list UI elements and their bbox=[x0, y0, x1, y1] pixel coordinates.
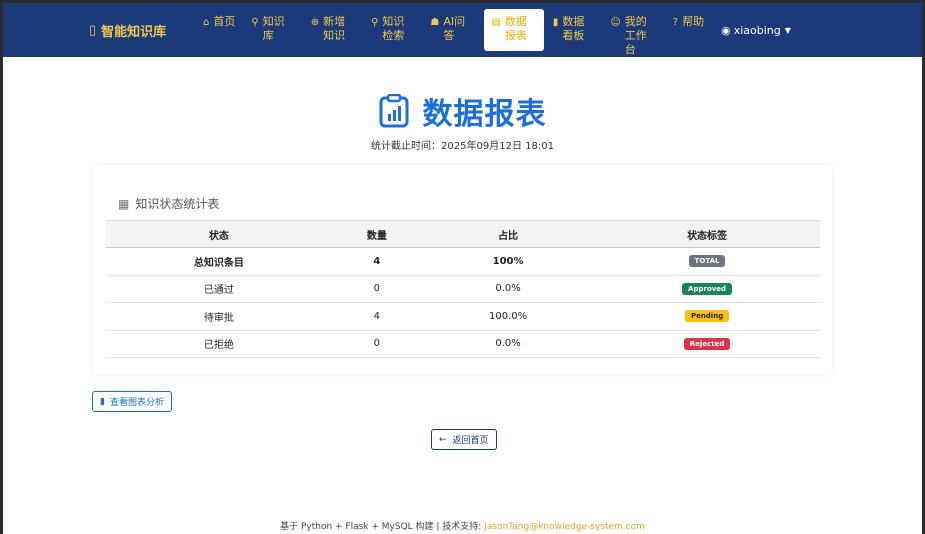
cell-ratio: 0.0% bbox=[421, 330, 595, 358]
stats-card: ▦ 知识状态统计表 状态 数量 占比 状态标签 总知识条目 4 100% TOTAL 已通过 0… bbox=[92, 165, 832, 375]
clipboard-chart-icon bbox=[379, 94, 408, 128]
nav-item-1[interactable]: ⚲ 知识库 bbox=[244, 9, 301, 51]
cell-badge: Rejected bbox=[594, 330, 820, 358]
user-circle-icon: ◉ bbox=[721, 23, 731, 37]
back-home-label: 返回首页 bbox=[452, 436, 489, 446]
top-navbar: ▯ 智能知识库 ⌂ 首页 ⚲ 知识库 ⊕ 新增知识 ⚲ 知识检索 ☗ AI问答 ▤ 数据报表 ▮ 数据看板… bbox=[3, 3, 922, 57]
person-icon: ☺ bbox=[610, 17, 621, 28]
browser-viewport: ▯ 智能知识库 ⌂ 首页 ⚲ 知识库 ⊕ 新增知识 ⚲ 知识检索 ☗ AI问答 ▤ 数据报表 ▮ 数据看板… bbox=[3, 3, 922, 534]
username: xiaobing bbox=[733, 23, 781, 37]
caret-down-icon: ▼ bbox=[784, 25, 791, 35]
cell-status: 已拒绝 bbox=[106, 330, 332, 358]
column-header: 状态标签 bbox=[594, 220, 820, 248]
nav-item-0[interactable]: ⌂ 首页 bbox=[196, 9, 242, 51]
column-header: 数量 bbox=[331, 220, 422, 248]
search-icon: ⚲ bbox=[371, 17, 379, 28]
table-row: 已通过 0 0.0% Approved bbox=[106, 275, 820, 303]
user-menu[interactable]: ◉ xiaobing ▼ bbox=[721, 24, 791, 37]
cell-count: 0 bbox=[331, 275, 422, 303]
page-header: 数据报表 bbox=[3, 89, 922, 133]
nav-item-8[interactable]: ? 帮助 bbox=[666, 9, 711, 51]
status-badge: Pending bbox=[684, 310, 730, 323]
status-badge: Rejected bbox=[683, 337, 731, 350]
cell-ratio: 100.0% bbox=[421, 302, 595, 331]
nav-item-label: 知识检索 bbox=[382, 15, 405, 42]
table-row: 已拒绝 0 0.0% Rejected bbox=[106, 330, 820, 358]
book-icon: ▯ bbox=[89, 22, 97, 38]
cell-badge: TOTAL bbox=[594, 247, 820, 276]
nav-item-5[interactable]: ▤ 数据报表 bbox=[484, 9, 544, 51]
cell-count: 4 bbox=[331, 302, 422, 331]
table-icon: ▦ bbox=[118, 196, 130, 211]
brand-name: 智能知识库 bbox=[101, 24, 167, 40]
footer-text: 基于 Python + Flask + MySQL 构建 | 技术支持: bbox=[280, 522, 485, 532]
arrow-left-icon: ← bbox=[439, 434, 447, 445]
nav-item-7[interactable]: ☺ 我的工作台 bbox=[603, 9, 663, 56]
status-badge: Approved bbox=[682, 282, 733, 295]
main-content: 数据报表 统计截止时间：2025年09月12日 18:01 ▦ 知识状态统计表 … bbox=[3, 57, 922, 534]
nav-item-label: 知识库 bbox=[262, 15, 285, 42]
cell-status: 已通过 bbox=[106, 275, 332, 303]
status-table: 状态 数量 占比 状态标签 总知识条目 4 100% TOTAL 已通过 0 0.0% Approv… bbox=[106, 220, 820, 358]
nav-item-2[interactable]: ⊕ 新增知识 bbox=[304, 9, 362, 51]
cell-badge: Approved bbox=[594, 275, 820, 303]
column-header: 占比 bbox=[421, 220, 595, 248]
report-icon: ▤ bbox=[491, 17, 501, 28]
view-chart-analysis-label: 查看图表分析 bbox=[109, 398, 164, 408]
plus-circle-icon: ⊕ bbox=[310, 17, 320, 28]
card-title: ▦ 知识状态统计表 bbox=[118, 195, 219, 212]
table-header-row: 状态 数量 占比 状态标签 bbox=[106, 220, 820, 248]
nav-item-6[interactable]: ▮ 数据看板 bbox=[546, 9, 602, 51]
table-row: 总知识条目 4 100% TOTAL bbox=[106, 247, 820, 276]
nav-item-label: AI问答 bbox=[443, 15, 466, 42]
nav-item-label: 我的工作台 bbox=[624, 15, 647, 56]
cell-ratio: 0.0% bbox=[421, 275, 595, 303]
nav-menu: ⌂ 首页 ⚲ 知识库 ⊕ 新增知识 ⚲ 知识检索 ☗ AI问答 ▤ 数据报表 ▮ 数据看板 ☺ 我的工作台? 帮… bbox=[196, 9, 713, 56]
cell-status: 总知识条目 bbox=[106, 247, 332, 276]
brand[interactable]: ▯ 智能知识库 bbox=[89, 21, 196, 40]
footer-contact-email[interactable]: JasonTang@knowledge-system.com bbox=[484, 522, 645, 532]
footer: 基于 Python + Flask + MySQL 构建 | 技术支持: Jas… bbox=[3, 519, 922, 532]
nav-item-label: 数据看板 bbox=[562, 15, 585, 42]
card-title-text: 知识状态统计表 bbox=[135, 197, 220, 211]
view-chart-analysis-button[interactable]: ▮ 查看图表分析 bbox=[92, 391, 172, 412]
back-home-button[interactable]: ← 返回首页 bbox=[431, 429, 497, 450]
nav-item-label: 新增知识 bbox=[323, 15, 346, 42]
robot-icon: ☗ bbox=[430, 17, 440, 28]
table-row: 待审批 4 100.0% Pending bbox=[106, 302, 820, 331]
page-title: 数据报表 bbox=[422, 97, 547, 132]
cell-ratio: 100% bbox=[421, 247, 595, 276]
nav-item-4[interactable]: ☗ AI问答 bbox=[423, 9, 482, 51]
nav-item-label: 帮助 bbox=[682, 15, 705, 28]
home-icon: ⌂ bbox=[203, 17, 210, 28]
status-badge: TOTAL bbox=[688, 255, 726, 268]
table-body: 总知识条目 4 100% TOTAL 已通过 0 0.0% Approved 待审批 4 100.0… bbox=[106, 247, 820, 358]
search-icon: ⚲ bbox=[251, 17, 259, 28]
column-header: 状态 bbox=[106, 220, 332, 248]
nav-item-label: 首页 bbox=[213, 15, 236, 28]
bar-chart-icon: ▮ bbox=[552, 17, 559, 28]
cell-count: 4 bbox=[331, 247, 422, 276]
nav-item-3[interactable]: ⚲ 知识检索 bbox=[364, 9, 421, 51]
bar-chart-icon: ▮ bbox=[100, 396, 105, 407]
cell-count: 0 bbox=[331, 330, 422, 358]
question-icon: ? bbox=[672, 17, 679, 28]
nav-item-label: 数据报表 bbox=[504, 15, 527, 42]
stats-timestamp: 统计截止时间：2025年09月12日 18:01 bbox=[371, 141, 554, 152]
cell-badge: Pending bbox=[594, 302, 820, 331]
cell-status: 待审批 bbox=[106, 302, 332, 331]
